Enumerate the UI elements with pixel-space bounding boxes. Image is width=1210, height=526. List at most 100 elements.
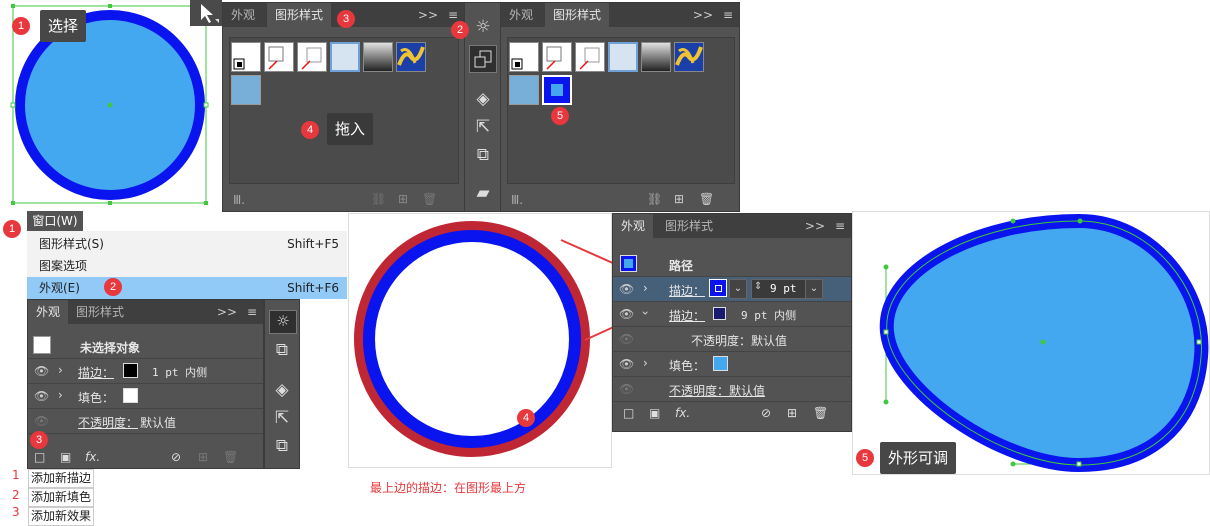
stroke-color-swatch[interactable]	[123, 363, 138, 378]
chevron-right-icon[interactable]: ›	[643, 356, 648, 370]
opacity-label[interactable]: 不透明度：	[78, 414, 138, 431]
comment-icon[interactable]: ▰	[471, 183, 495, 203]
tab-graphic-styles[interactable]: 图形样式	[267, 3, 332, 27]
selected-circle[interactable]	[0, 0, 222, 212]
library-menu-icon[interactable]: Ⅲ.	[233, 193, 245, 207]
visibility-eye-icon[interactable]: 👁	[619, 282, 634, 296]
clear-appearance-icon[interactable]: ⊘	[171, 450, 181, 464]
panel-collapse-icon[interactable]: >>	[418, 3, 438, 27]
artboards-icon[interactable]: ⧉	[270, 436, 294, 456]
style-swatch-outline[interactable]	[575, 42, 605, 72]
new-style-icon[interactable]: ⊞	[674, 192, 684, 206]
visibility-eye-icon[interactable]: 👁	[34, 389, 49, 403]
delete-item-icon[interactable]: 🗑	[223, 450, 238, 464]
add-new-effect-icon[interactable]: fx.	[675, 406, 690, 420]
break-link-icon[interactable]: ⛓	[647, 192, 662, 206]
add-new-fill-icon[interactable]: ▣	[60, 450, 71, 464]
fill-label[interactable]: 填色：	[78, 389, 114, 406]
panel-menu-icon[interactable]: ≡	[723, 3, 733, 27]
selected-circle-artboard[interactable]	[0, 0, 222, 212]
chevron-right-icon[interactable]: ›	[58, 363, 63, 377]
graphic-styles-toolbar-button[interactable]	[469, 45, 497, 73]
export-icon[interactable]: ⇱	[270, 408, 294, 428]
add-new-fill-icon[interactable]: ▣	[649, 406, 660, 420]
panel-menu-icon[interactable]: ≡	[247, 300, 257, 324]
break-link-icon[interactable]: ⛓	[371, 192, 386, 206]
opacity-text[interactable]: 不透明度：默认值	[691, 332, 787, 349]
menu-item-pattern-options[interactable]: 图案选项	[27, 255, 347, 277]
style-swatch-shadow[interactable]	[264, 42, 294, 72]
panel-collapse-icon[interactable]: >>	[693, 3, 713, 27]
appearance-stroke2-row[interactable]: 👁 › 描边： 9 pt 内侧	[613, 302, 851, 327]
tab-appearance[interactable]: 外观	[613, 214, 654, 238]
opacity-text[interactable]: 不透明度：默认值	[669, 382, 765, 399]
style-swatch-shadow[interactable]	[542, 42, 572, 72]
panel-menu-icon[interactable]: ≡	[835, 214, 845, 238]
delete-style-icon[interactable]: 🗑	[699, 192, 714, 206]
style-swatch-blue-frame[interactable]	[608, 42, 638, 72]
tab-graphic-styles[interactable]: 图形样式	[657, 214, 721, 238]
appearance-opacity-row[interactable]: 👁 不透明度：默认值	[613, 327, 851, 352]
visibility-eye-icon[interactable]: 👁	[619, 382, 634, 396]
appearance-toolbar-button[interactable]: ☼	[269, 310, 297, 334]
new-style-icon[interactable]: ⊞	[398, 192, 408, 206]
fill-color-swatch[interactable]	[713, 356, 728, 371]
appearance-fill-row[interactable]: 👁 › 填色：	[613, 352, 851, 377]
library-menu-icon[interactable]: Ⅲ.	[511, 193, 523, 207]
clear-appearance-icon[interactable]: ⊘	[761, 406, 771, 420]
visibility-eye-icon[interactable]: 👁	[619, 307, 634, 321]
stroke-label[interactable]: 描边：	[669, 307, 705, 324]
visibility-eye-icon[interactable]: 👁	[34, 414, 49, 428]
tab-appearance[interactable]: 外观	[28, 300, 69, 324]
stroke-label[interactable]: 描边：	[78, 364, 114, 381]
style-swatch-pattern[interactable]	[396, 42, 426, 72]
delete-style-icon[interactable]: 🗑	[422, 192, 437, 206]
fill-color-swatch[interactable]	[123, 388, 138, 403]
stroke-color-swatch[interactable]	[713, 307, 726, 320]
tab-graphic-styles[interactable]: 图形样式	[545, 3, 610, 27]
add-new-stroke-icon[interactable]: □	[34, 450, 45, 464]
chevron-right-icon[interactable]: ›	[58, 388, 63, 402]
style-swatch-default[interactable]	[509, 42, 539, 72]
chevron-down-icon[interactable]: ⌄	[805, 279, 823, 299]
tab-appearance[interactable]: 外观	[223, 3, 263, 27]
stepper-icon[interactable]: ⇕	[754, 281, 762, 292]
delete-item-icon[interactable]: 🗑	[813, 406, 828, 420]
style-swatch-rough[interactable]	[231, 75, 261, 105]
appearance-opacity2-row[interactable]: 👁 不透明度：默认值	[613, 377, 851, 402]
window-menu-title[interactable]: 窗口(W)	[27, 211, 83, 231]
graphic-styles-icon[interactable]: ⧉	[270, 340, 294, 360]
fill-label[interactable]: 填色：	[669, 357, 705, 374]
appearance-opacity-row[interactable]: 👁 不透明度： 默认值	[28, 409, 263, 434]
export-icon[interactable]: ⇱	[471, 117, 495, 137]
style-swatch-default[interactable]	[231, 42, 261, 72]
tab-graphic-styles[interactable]: 图形样式	[68, 300, 132, 324]
appearance-stroke-row[interactable]: 👁 › 描边： 1 pt 内侧	[28, 359, 263, 384]
visibility-eye-icon[interactable]: 👁	[34, 364, 49, 378]
layers-icon[interactable]: ◈	[471, 89, 495, 109]
stroke-label[interactable]: 描边：	[669, 282, 705, 299]
style-swatch-pattern[interactable]	[674, 42, 704, 72]
style-swatch-rough[interactable]	[509, 75, 539, 105]
style-swatch-outline[interactable]	[297, 42, 327, 72]
add-new-effect-icon[interactable]: fx.	[85, 450, 100, 464]
chevron-down-icon[interactable]: ›	[638, 311, 652, 316]
artboards-icon[interactable]: ⧉	[471, 145, 495, 165]
layers-icon[interactable]: ◈	[270, 380, 294, 400]
duplicate-item-icon[interactable]: ⊞	[198, 450, 208, 464]
style-swatch-new-blue[interactable]	[542, 75, 572, 105]
appearance-fill-row[interactable]: 👁 › 填色：	[28, 384, 263, 409]
appearance-stroke-row-selected[interactable]: 👁 › 描边： ⌄ ⇕ 9 pt ⌄	[613, 277, 851, 302]
panel-collapse-icon[interactable]: >>	[217, 300, 237, 324]
duplicate-item-icon[interactable]: ⊞	[787, 406, 797, 420]
chevron-right-icon[interactable]: ›	[643, 281, 648, 295]
tab-appearance[interactable]: 外观	[501, 3, 541, 27]
panel-collapse-icon[interactable]: >>	[805, 214, 825, 238]
sun-icon[interactable]: ☼	[471, 17, 495, 37]
menu-item-appearance[interactable]: 外观(E) Shift+F6	[27, 277, 347, 299]
menu-item-graphic-styles[interactable]: 图形样式(S) Shift+F5	[27, 233, 347, 255]
add-new-stroke-icon[interactable]: □	[623, 406, 634, 420]
style-swatch-gradient[interactable]	[363, 42, 393, 72]
visibility-eye-icon[interactable]: 👁	[619, 357, 634, 371]
stroke-color-swatch[interactable]	[709, 279, 727, 297]
